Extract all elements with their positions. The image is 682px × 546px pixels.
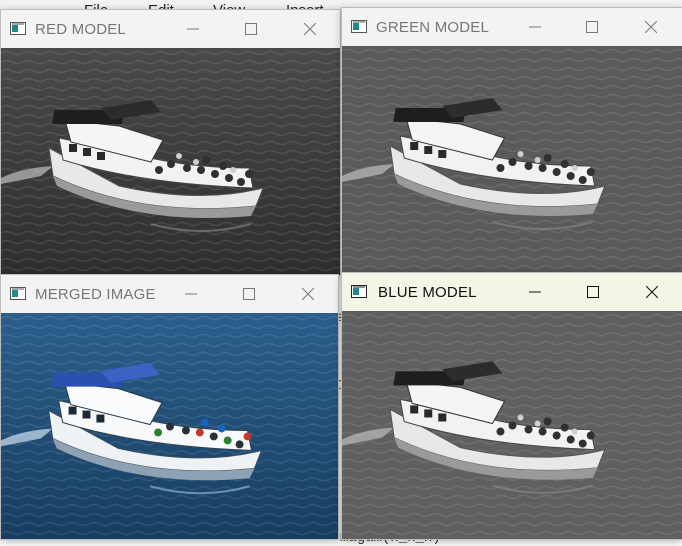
opencv-window-icon bbox=[10, 287, 26, 300]
opencv-window-icon bbox=[351, 285, 367, 298]
minimize-icon bbox=[187, 28, 199, 30]
maximize-button[interactable] bbox=[570, 273, 616, 311]
blue-channel-image bbox=[342, 311, 682, 539]
window-title: RED MODEL bbox=[35, 21, 126, 38]
window-titlebar[interactable]: RED MODEL bbox=[1, 10, 340, 48]
window-title: GREEN MODEL bbox=[376, 19, 490, 36]
maximize-icon bbox=[243, 288, 255, 300]
close-icon bbox=[302, 288, 314, 300]
maximize-button[interactable] bbox=[569, 8, 615, 46]
window-title: BLUE MODEL bbox=[378, 284, 477, 301]
blue-model-window[interactable]: BLUE MODEL bbox=[341, 272, 682, 540]
opencv-window-icon bbox=[10, 22, 26, 35]
window-titlebar[interactable]: GREEN MODEL bbox=[342, 8, 682, 46]
green-channel-image bbox=[342, 46, 682, 273]
green-model-window[interactable]: GREEN MODEL bbox=[341, 7, 682, 274]
red-channel-image bbox=[1, 48, 340, 275]
minimize-button[interactable] bbox=[170, 10, 216, 48]
close-button[interactable] bbox=[629, 273, 675, 311]
minimize-button[interactable] bbox=[168, 275, 214, 313]
opencv-window-icon bbox=[351, 20, 367, 33]
maximize-button[interactable] bbox=[226, 275, 272, 313]
close-button[interactable] bbox=[287, 10, 333, 48]
close-icon bbox=[646, 286, 658, 298]
close-icon bbox=[645, 21, 657, 33]
minimize-icon bbox=[529, 291, 541, 293]
window-title: MERGED IMAGE bbox=[35, 286, 156, 303]
merged-image-window[interactable]: MERGED IMAGE bbox=[0, 274, 339, 540]
minimize-icon bbox=[185, 293, 197, 295]
minimize-icon bbox=[529, 26, 541, 28]
close-button[interactable] bbox=[628, 8, 674, 46]
minimize-button[interactable] bbox=[512, 273, 558, 311]
maximize-button[interactable] bbox=[228, 10, 274, 48]
red-model-window[interactable]: RED MODEL bbox=[0, 9, 341, 276]
close-button[interactable] bbox=[285, 275, 331, 313]
maximize-icon bbox=[587, 286, 599, 298]
maximize-icon bbox=[586, 21, 598, 33]
merged-color-image bbox=[1, 313, 338, 539]
window-titlebar[interactable]: MERGED IMAGE bbox=[1, 275, 338, 313]
maximize-icon bbox=[245, 23, 257, 35]
window-titlebar[interactable]: BLUE MODEL bbox=[342, 273, 682, 311]
close-icon bbox=[304, 23, 316, 35]
minimize-button[interactable] bbox=[512, 8, 558, 46]
